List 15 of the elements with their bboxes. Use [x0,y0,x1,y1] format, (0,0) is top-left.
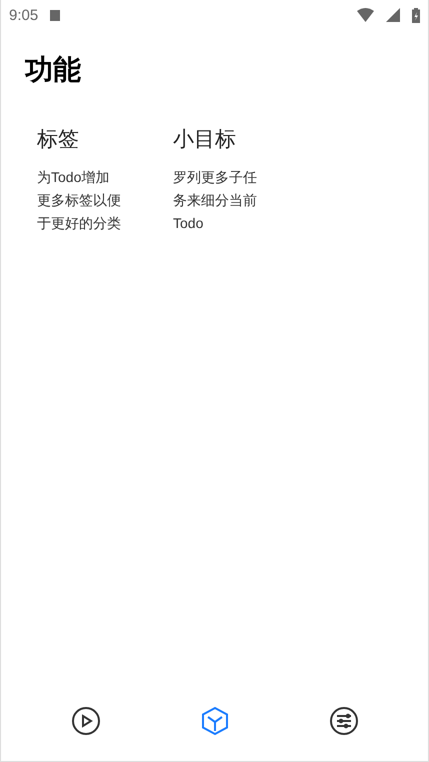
nav-tab[interactable] [70,706,100,736]
feature-description: 为Todo增加更多标签以便于更好的分类 [37,168,121,233]
notification-icon [50,10,60,20]
feature-description: 罗列更多子任务来细分当前Todo [173,168,257,233]
feature-title: 标签 [37,126,80,154]
status-time: 9:05 [9,6,38,24]
cube-icon [200,706,230,736]
nav-tab[interactable] [328,706,358,736]
play-icon [70,706,100,736]
battery-icon [412,8,420,22]
feature-title: 小目标 [173,126,237,154]
signal-icon [386,8,400,22]
settings-icon [328,706,358,736]
page-title: 功能 [25,52,82,88]
wifi-icon [357,8,374,22]
